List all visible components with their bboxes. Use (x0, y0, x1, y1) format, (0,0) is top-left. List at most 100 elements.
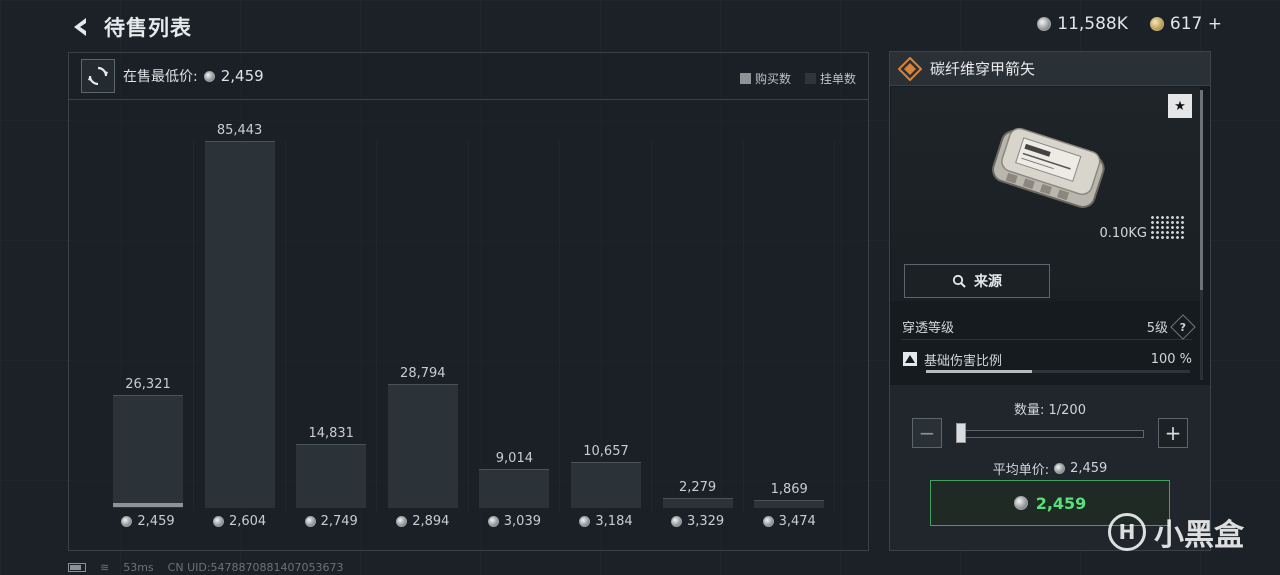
buy-button-price: 2,459 (1035, 493, 1087, 513)
search-icon (952, 274, 966, 288)
silver-coin-icon (1037, 17, 1052, 31)
price-tick-text: 2,604 (228, 514, 267, 529)
gridline (834, 141, 835, 511)
listing-bar[interactable] (754, 499, 825, 508)
price-bar-chart: 26,321 2,459 85,443 2,604 14,831 2,749 28,794 2… (69, 101, 868, 551)
chart-legend: 购买数 挂单数 (739, 70, 856, 87)
gridline (193, 141, 194, 511)
listing-bar[interactable] (479, 469, 550, 508)
price-tick-label: 3,329 (648, 514, 748, 529)
price-tick-text: 2,749 (320, 514, 358, 529)
price-tick-label: 2,749 (281, 514, 381, 529)
bar-value-label: 85,443 (216, 123, 263, 138)
silver-coin-icon (1013, 496, 1028, 510)
item-weight: 0.10KG (1099, 226, 1147, 241)
price-tick-label: 3,184 (556, 514, 656, 529)
listing-bar[interactable] (571, 462, 641, 508)
currency-bar: 11,588K 617 + (1037, 14, 1222, 34)
listing-bar[interactable] (113, 394, 183, 508)
ammo-type-icon (898, 56, 922, 81)
user-uid: CN UID:5478870881407053673 (167, 561, 344, 574)
refresh-button[interactable] (81, 59, 115, 93)
silver-balance[interactable]: 11,588K (1037, 14, 1128, 34)
favorite-button[interactable]: ★ (1168, 94, 1192, 118)
price-tick-text: 3,039 (503, 514, 541, 529)
silver-coin-icon (203, 70, 215, 82)
legend-list: 挂单数 (804, 70, 856, 87)
silver-coin-icon (487, 516, 499, 527)
price-tick-label: 2,604 (190, 514, 290, 529)
source-button[interactable]: 来源 (904, 264, 1050, 298)
bar-value-label: 10,657 (583, 444, 629, 460)
bar-value-label: 26,321 (125, 376, 171, 392)
price-tick-label: 3,474 (739, 514, 839, 529)
stat-label: 穿透等级 (902, 321, 955, 336)
legend-swatch (804, 73, 816, 84)
listing-bar[interactable] (662, 498, 733, 508)
price-tick-label: 2,894 (373, 514, 473, 529)
ping-value: 53ms (123, 561, 154, 574)
silver-coin-icon (670, 516, 682, 527)
listing-bar[interactable] (387, 384, 458, 508)
buy-bar (113, 503, 183, 507)
price-tick-text: 3,474 (778, 514, 816, 529)
star-icon: ★ (1174, 98, 1186, 114)
stat-label-wrap: 基础伤害比例 (902, 350, 1002, 369)
listing-bar[interactable] (204, 141, 275, 508)
item-header: 碳纤维穿甲箭矢 (890, 52, 1210, 86)
bar-value-label: 9,014 (495, 451, 533, 467)
scrollbar-thumb[interactable] (1200, 90, 1203, 290)
average-price: 平均单价: 2,459 (890, 459, 1210, 478)
back-button[interactable] (68, 12, 92, 42)
gold-amount: 617 + (1169, 14, 1222, 34)
gold-balance[interactable]: 617 + (1149, 14, 1222, 34)
min-price: 在售最低价: 2,459 (123, 66, 264, 86)
silver-coin-icon (1054, 463, 1066, 474)
gridline (376, 141, 377, 511)
gridline (743, 141, 744, 511)
silver-coin-icon (121, 516, 133, 527)
battery-icon (68, 563, 86, 572)
help-icon[interactable]: ? (1170, 313, 1196, 340)
page-title: 待售列表 (104, 16, 192, 40)
min-price-value: 2,459 (220, 67, 264, 85)
quantity-slider[interactable] (960, 430, 1144, 438)
price-tick-text: 3,184 (595, 514, 633, 529)
stat-damage-ratio: 基础伤害比例 100 % (902, 349, 1192, 369)
price-tick-text: 2,894 (412, 514, 450, 529)
watermark-text: 小黑盒 (1154, 518, 1244, 553)
average-price-value: 2,459 (1070, 461, 1108, 476)
average-price-label: 平均单价: (992, 463, 1050, 478)
watermark: H 小黑盒 (1108, 510, 1244, 554)
bar-value-label: 28,794 (400, 366, 446, 382)
back-arrow-icon (74, 18, 86, 36)
detail-scrollbar[interactable] (1200, 90, 1203, 380)
stat-penetration: 穿透等级 5级? (902, 313, 1196, 340)
damage-ratio-bar (926, 370, 1190, 373)
price-tick-label: 3,039 (464, 514, 564, 529)
bar-value-label: 14,831 (308, 426, 354, 442)
stat-label: 基础伤害比例 (924, 353, 1003, 369)
gold-coin-icon (1149, 17, 1164, 31)
listing-bar[interactable] (296, 444, 367, 508)
panel-toolbar: 在售最低价: 2,459 购买数 挂单数 (69, 53, 868, 100)
damage-ratio-fill (926, 370, 1032, 373)
refresh-icon (88, 66, 108, 86)
quantity-slider-thumb[interactable] (956, 423, 966, 443)
price-tick-text: 3,329 (686, 514, 725, 529)
silver-coin-icon (304, 516, 316, 527)
price-tick-label: 2,459 (98, 514, 198, 529)
price-tick-text: 2,459 (137, 514, 175, 529)
stat-value: 5级 (1146, 321, 1168, 336)
min-price-label: 在售最低价: (123, 69, 198, 85)
item-detail-panel: 碳纤维穿甲箭矢 ★ 0.10KG 来源 穿透等级 5级? 基础伤害比例 100 … (889, 51, 1211, 551)
legend-list-label: 挂单数 (819, 72, 856, 86)
quantity-minus-button[interactable]: − (912, 418, 942, 448)
silver-amount: 11,588K (1057, 14, 1128, 34)
legend-swatch (739, 73, 751, 84)
item-size-grid-icon (1150, 215, 1186, 241)
quantity-plus-button[interactable]: + (1158, 418, 1188, 448)
item-name: 碳纤维穿甲箭矢 (930, 60, 1036, 78)
status-footer: ≋ 53ms CN UID:5478870881407053673 (68, 561, 344, 574)
bar-value-label: 2,279 (678, 480, 717, 496)
